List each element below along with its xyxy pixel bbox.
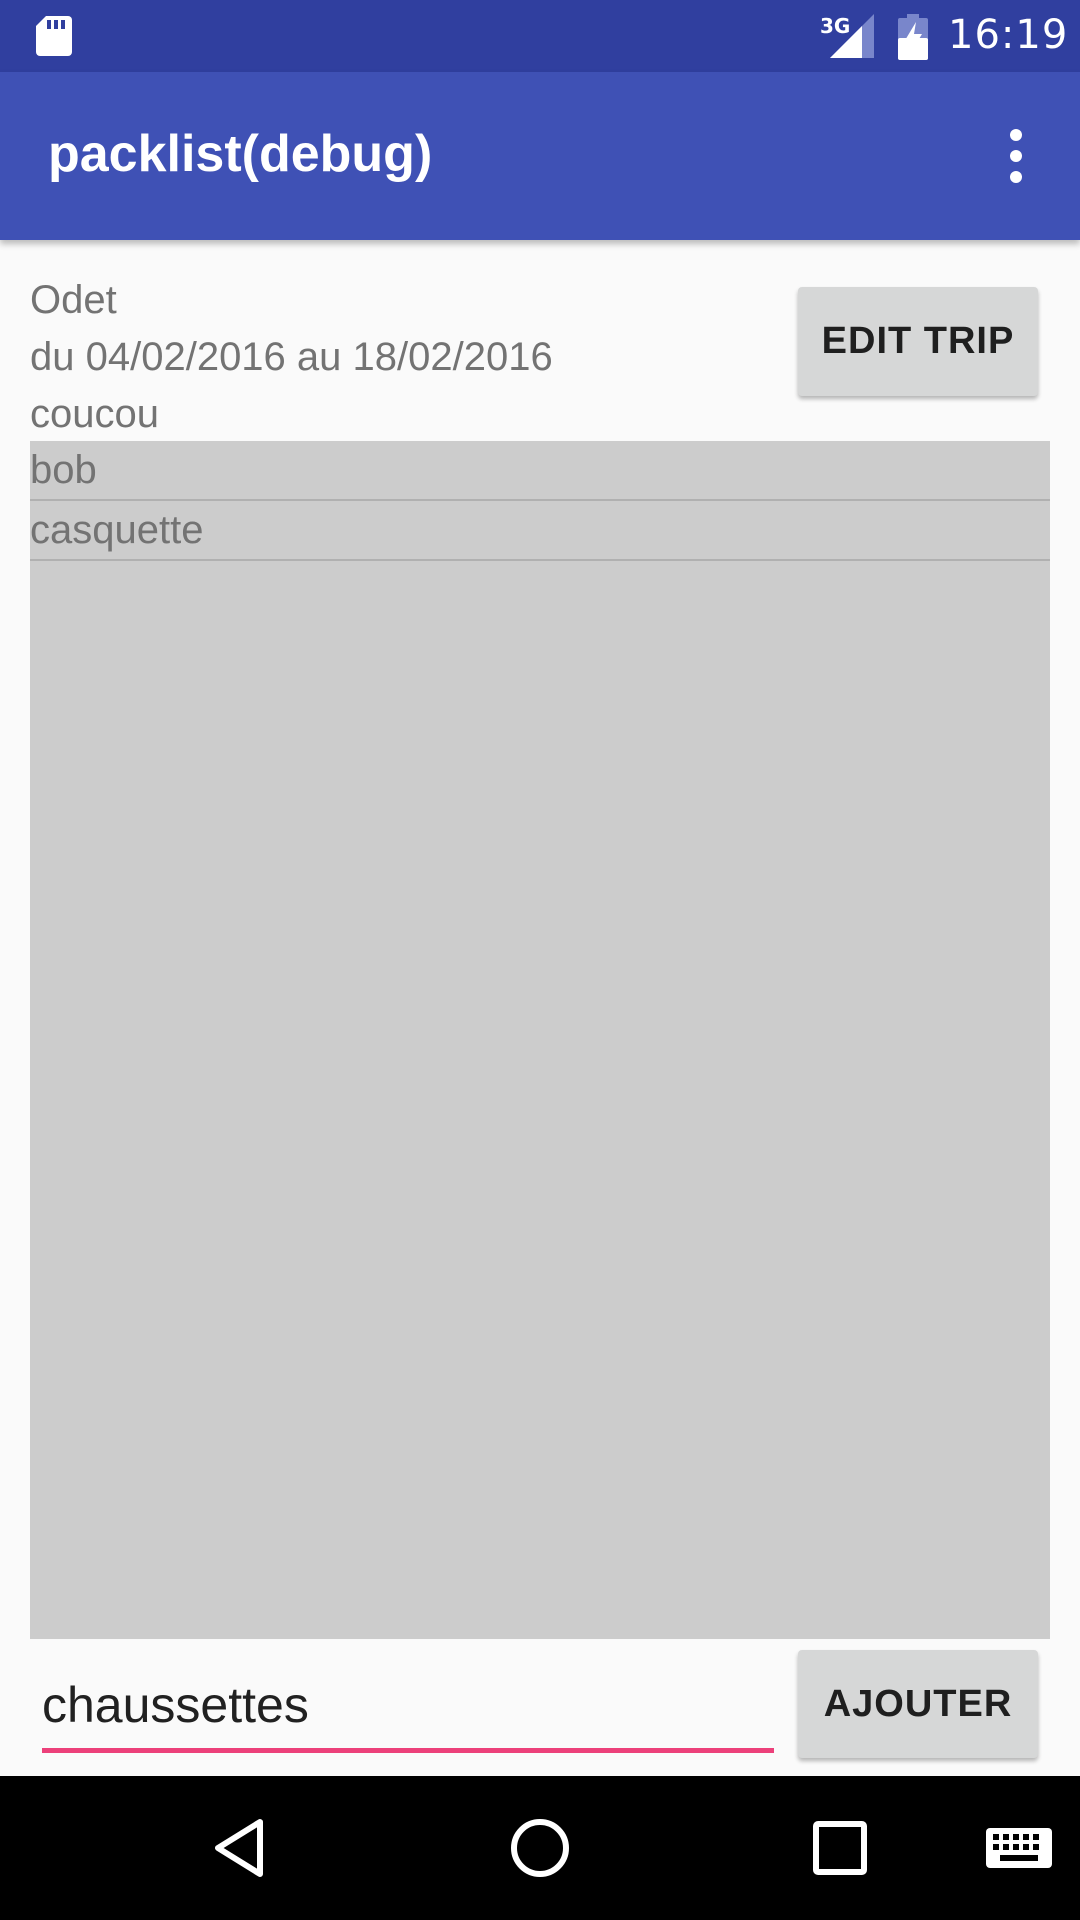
add-item-button[interactable]: AJOUTER xyxy=(798,1650,1038,1758)
overflow-menu-dot xyxy=(1010,171,1022,183)
trip-info: Odet du 04/02/2016 au 18/02/2016 coucou xyxy=(30,272,770,443)
list-item[interactable]: casquette xyxy=(30,501,1050,561)
battery-charging-icon xyxy=(898,14,928,60)
overflow-menu-icon[interactable] xyxy=(988,120,1044,192)
overflow-menu-dot xyxy=(1010,129,1022,141)
item-list[interactable]: bob casquette xyxy=(30,441,1050,1639)
new-item-input[interactable] xyxy=(42,1672,772,1738)
recents-icon[interactable] xyxy=(798,1806,882,1890)
status-bar: 3G 16:19 xyxy=(0,0,1080,72)
overflow-menu-dot xyxy=(1010,150,1022,162)
trip-dates: du 04/02/2016 au 18/02/2016 xyxy=(30,335,553,379)
signal-icon xyxy=(830,14,874,58)
navigation-bar xyxy=(0,1776,1080,1920)
trip-note: coucou xyxy=(30,392,159,436)
edit-trip-button[interactable]: EDIT TRIP xyxy=(798,287,1038,396)
clock: 16:19 xyxy=(948,12,1069,58)
home-icon[interactable] xyxy=(498,1806,582,1890)
app-title: packlist(debug) xyxy=(48,125,433,183)
trip-name: Odet xyxy=(30,278,117,322)
input-underline xyxy=(42,1748,774,1753)
list-item[interactable]: bob xyxy=(30,441,1050,501)
back-icon[interactable] xyxy=(198,1806,282,1890)
keyboard-icon[interactable] xyxy=(986,1828,1052,1872)
app-bar: packlist(debug) xyxy=(0,72,1080,240)
sd-card-icon xyxy=(36,16,72,56)
